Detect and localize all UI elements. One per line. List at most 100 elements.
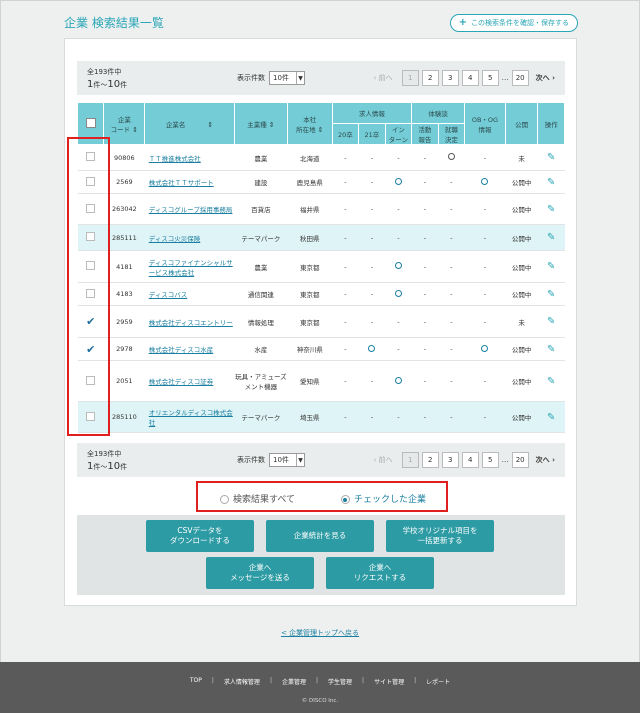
- cell-r20: -: [332, 360, 359, 402]
- edit-cell[interactable]: ✎: [537, 250, 565, 283]
- per-page: 表示件数 10件 ▼: [237, 71, 305, 85]
- col-name[interactable]: 企業名 ⇕: [144, 102, 235, 145]
- cell-intern[interactable]: [385, 360, 412, 402]
- page-1[interactable]: 1: [401, 70, 419, 86]
- send-request-button[interactable]: 企業へ リクエストする: [326, 557, 434, 589]
- edit-cell[interactable]: ✎: [537, 144, 565, 171]
- page-1[interactable]: 1: [401, 452, 419, 468]
- edit-icon[interactable]: ✎: [547, 412, 555, 423]
- available-icon[interactable]: [394, 177, 402, 185]
- col-recruit-intern: イン ターン: [384, 123, 413, 145]
- available-icon[interactable]: [394, 289, 402, 297]
- col-code[interactable]: 企業 コード ⇕: [103, 102, 146, 145]
- company-name-link[interactable]: ディスコグループ採用事務局: [149, 206, 233, 214]
- company-location: 北海道: [287, 144, 333, 171]
- select-all-checkbox[interactable]: [85, 117, 96, 128]
- cell-obog[interactable]: [464, 170, 506, 194]
- company-name-link[interactable]: ディスコファイナンシャルサービス株式会社: [149, 259, 233, 277]
- company-stats-button[interactable]: 企業統計を見る: [266, 520, 374, 552]
- page-4[interactable]: 4: [461, 452, 479, 468]
- edit-cell[interactable]: ✎: [537, 401, 565, 433]
- cell-obog[interactable]: [464, 337, 506, 361]
- available-icon[interactable]: [447, 153, 455, 160]
- cell-r21: -: [358, 305, 386, 338]
- cell-decision[interactable]: [438, 144, 465, 171]
- cell-r21[interactable]: [358, 337, 386, 361]
- page-4[interactable]: 4: [461, 70, 479, 86]
- per-page-select[interactable]: 10件 ▼: [269, 453, 305, 467]
- csv-download-button[interactable]: CSVデータを ダウンロードする: [146, 520, 254, 552]
- available-icon[interactable]: [394, 376, 402, 384]
- company-name: ディスコグループ採用事務局: [144, 193, 235, 225]
- prev-page-link[interactable]: ‹ 前へ: [374, 455, 393, 465]
- company-name-link[interactable]: オリエンタルディスコ株式会社: [149, 409, 233, 427]
- edit-cell[interactable]: ✎: [537, 170, 565, 194]
- cell-decision: -: [438, 250, 465, 283]
- prev-page-link[interactable]: ‹ 前へ: [374, 73, 393, 83]
- send-message-button[interactable]: 企業へ メッセージを送る: [206, 557, 314, 589]
- col-location[interactable]: 本社 所在地 ⇕: [286, 102, 333, 145]
- available-icon[interactable]: [394, 262, 402, 269]
- footer-link[interactable]: サイト管理: [374, 677, 404, 686]
- footer-link[interactable]: 求人情報管理: [224, 677, 260, 686]
- edit-icon[interactable]: ✎: [547, 376, 555, 387]
- back-to-company-top-link[interactable]: < 企業管理トップへ戻る: [0, 628, 640, 638]
- company-name-link[interactable]: ディスコ火災保険: [149, 235, 201, 243]
- available-icon[interactable]: [481, 177, 489, 185]
- next-page-link[interactable]: 次へ ›: [536, 73, 555, 83]
- company-name-link[interactable]: 株式会社ディスコ証券: [149, 378, 214, 386]
- edit-cell[interactable]: ✎: [537, 224, 565, 251]
- available-icon[interactable]: [368, 344, 376, 352]
- page-last[interactable]: 20: [511, 70, 529, 86]
- edit-icon[interactable]: ✎: [547, 232, 555, 243]
- edit-icon[interactable]: ✎: [547, 152, 555, 163]
- footer-link[interactable]: レポート: [426, 677, 450, 686]
- per-page-select[interactable]: 10件 ▼: [269, 71, 305, 85]
- bulk-update-button[interactable]: 学校オリジナル項目を 一括更新する: [386, 520, 494, 552]
- cell-intern[interactable]: [385, 170, 412, 194]
- company-location: 愛知県: [287, 360, 333, 402]
- page-last[interactable]: 20: [511, 452, 529, 468]
- edit-icon[interactable]: ✎: [547, 316, 555, 327]
- company-name-link[interactable]: 株式会社ＴＴサポート: [149, 179, 214, 187]
- copyright: © DISCO Inc.: [301, 698, 339, 704]
- company-name-link[interactable]: ＴＴ推進株式会社: [149, 155, 201, 163]
- page-3[interactable]: 3: [441, 70, 459, 86]
- page-3[interactable]: 3: [441, 452, 459, 468]
- available-icon[interactable]: [481, 344, 489, 352]
- save-conditions-button[interactable]: + この検索条件を確認・保存する: [449, 14, 578, 32]
- page-2[interactable]: 2: [421, 70, 439, 86]
- company-name-link[interactable]: 株式会社ディスコエントリー: [149, 319, 233, 327]
- edit-icon[interactable]: ✎: [547, 204, 555, 215]
- publish-status: 公開中: [505, 337, 538, 361]
- cell-decision: -: [438, 360, 465, 402]
- cell-intern[interactable]: [385, 250, 412, 283]
- page-5[interactable]: 5: [481, 70, 499, 86]
- edit-icon[interactable]: ✎: [547, 344, 555, 355]
- edit-icon[interactable]: ✎: [547, 289, 555, 300]
- edit-cell[interactable]: ✎: [537, 360, 565, 402]
- col-category[interactable]: 主業種 ⇕: [233, 102, 288, 145]
- company-code: 4181: [103, 250, 145, 283]
- pagination: ‹ 前へ 1 2 3 4 5 … 20 次へ ›: [374, 70, 555, 86]
- company-location: 東京都: [287, 282, 333, 306]
- edit-cell[interactable]: ✎: [537, 282, 565, 306]
- edit-icon[interactable]: ✎: [547, 177, 555, 188]
- cell-r21: -: [358, 170, 386, 194]
- company-name-link[interactable]: ディスコバス: [149, 291, 188, 299]
- footer-link[interactable]: TOP: [190, 677, 202, 686]
- edit-cell[interactable]: ✎: [537, 337, 565, 361]
- footer-link[interactable]: 学生管理: [328, 677, 352, 686]
- page-5[interactable]: 5: [481, 452, 499, 468]
- company-code: 285111: [103, 224, 145, 251]
- edit-cell[interactable]: ✎: [537, 305, 565, 338]
- cell-intern[interactable]: [385, 282, 412, 306]
- edit-cell[interactable]: ✎: [537, 193, 565, 225]
- next-page-link[interactable]: 次へ ›: [536, 455, 555, 465]
- footer-link[interactable]: 企業管理: [282, 677, 306, 686]
- company-name-link[interactable]: 株式会社ディスコ水産: [149, 346, 214, 354]
- publish-status: 公開中: [505, 250, 538, 283]
- edit-icon[interactable]: ✎: [547, 261, 555, 272]
- page-2[interactable]: 2: [421, 452, 439, 468]
- sort-icon: ⇕: [207, 120, 214, 129]
